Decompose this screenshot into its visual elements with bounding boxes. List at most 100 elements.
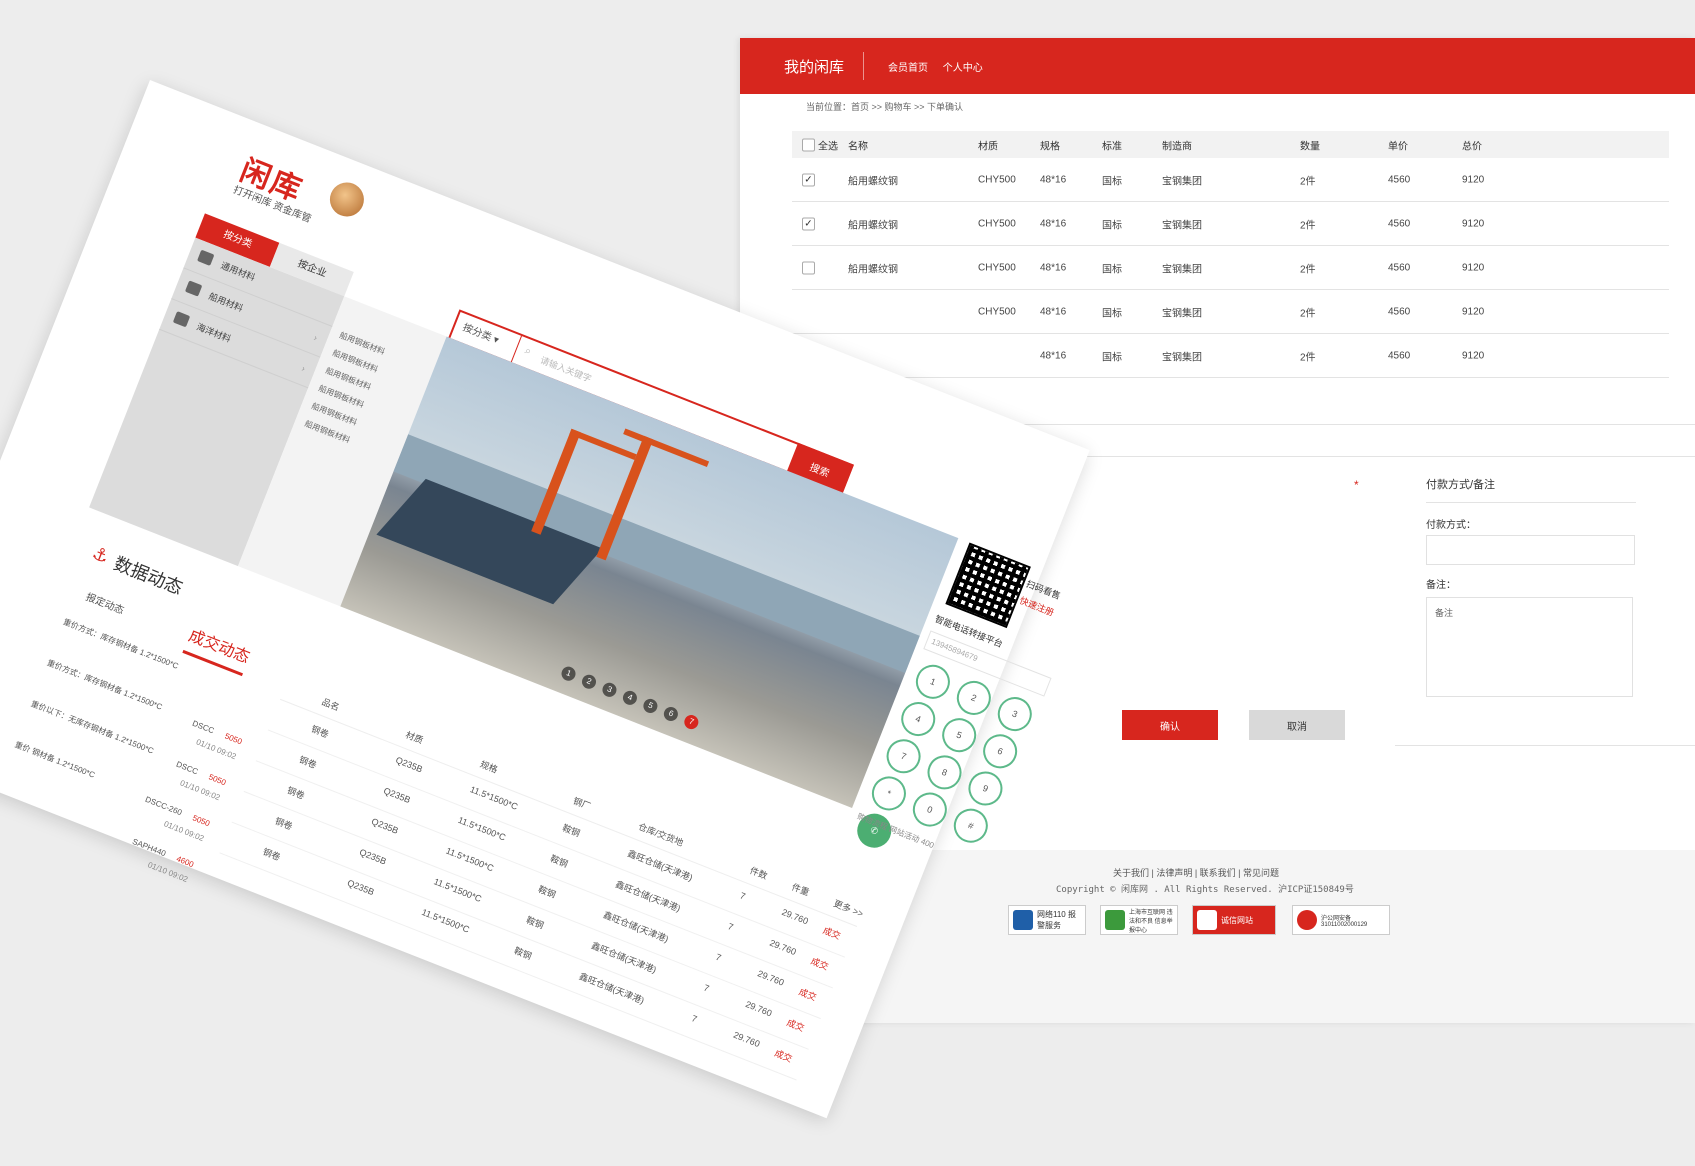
dial-key[interactable]: 2 [951,675,996,720]
col-mill: 钢厂 [571,795,593,812]
col-standard: 标准 [1102,141,1122,152]
cell-name: 船用螺纹钢 [848,176,898,187]
anchor-icon: ⚓ [89,542,112,568]
dial-key[interactable]: # [948,803,993,848]
deal-mat: Q235B [357,846,388,867]
deal-pcs: 7 [738,890,747,902]
badge-text: 网络110 报警服务 [1037,910,1076,930]
dial-key[interactable]: 8 [922,750,967,795]
divider [1020,424,1695,425]
dial-key[interactable]: 5 [937,713,982,758]
confirm-button[interactable]: 确认 [1122,710,1218,740]
cell-material: CHY500 [978,218,1016,229]
dial-key[interactable]: 7 [881,734,926,779]
dial-key[interactable]: * [866,771,911,816]
col-spec: 规格 [478,759,500,775]
cell-maker: 宝钢集团 [1162,308,1202,319]
deal-mill: 鞍钢 [512,945,534,962]
slider-dot[interactable]: 2 [579,672,599,691]
deal-tag[interactable]: 成交 [785,1016,807,1035]
table-row: ✓ 船用螺纹钢 CHY500 48*16 国标 宝钢集团 2件 4560 9120 [792,202,1669,246]
slider-dot-active[interactable]: 7 [682,713,701,732]
deal-tag[interactable]: 成交 [773,1046,795,1065]
select-all-checkbox[interactable] [802,138,815,151]
report-icon [1105,910,1125,930]
col-name: 名称 [848,141,868,152]
police-icon [1013,910,1033,930]
badge-text: 上海市互联网 违法和不良 信息举报中心 [1129,909,1173,934]
cell-total: 9120 [1462,262,1485,273]
dial-key[interactable]: 1 [910,659,955,704]
row-checkbox[interactable] [802,261,815,274]
note-label: 备注： [1426,580,1456,591]
tab-quote-dynamics[interactable]: 报定动态 [84,588,127,617]
deal-wt: 29.760 [780,906,810,927]
deal-pcs: 7 [702,982,711,994]
note-textarea[interactable]: 备注 [1426,597,1633,697]
feed-price: 5050 [223,731,244,747]
sidebar-item-label: 船用材料 [207,291,245,314]
feed-price: 4600 [175,854,195,870]
badge-110[interactable]: 网络110 报警服务 [1008,905,1086,935]
dynamics-title: 数据动态 [110,553,186,599]
cell-qty: 2件 [1300,308,1316,319]
table-row: CHY500 48*16 国标 宝钢集团 2件 4560 9120 [792,290,1669,334]
copyright: Copyright © 闲库网 . All Rights Reserved. 沪… [1056,885,1354,895]
qr-code [945,542,1031,629]
deal-tag[interactable]: 成交 [821,923,843,942]
cell-price: 4560 [1388,262,1411,273]
deal-name: 钢卷 [273,815,294,832]
col-price: 单价 [1388,141,1408,152]
slider-dot[interactable]: 4 [620,688,640,707]
deal-mill: 鞍钢 [548,853,570,870]
slider-dots: 1 2 3 4 5 6 7 [559,664,701,732]
dial-key[interactable]: 4 [896,696,941,742]
cell-standard: 国标 [1102,352,1122,363]
table-row: ✓ 船用螺纹钢 CHY500 48*16 国标 宝钢集团 2件 4560 9120 [792,158,1669,202]
badge-text: 沪公网安备 31011002000129 [1321,915,1368,928]
row-checkbox[interactable]: ✓ [802,217,815,230]
cell-qty: 2件 [1300,220,1316,231]
chevron-right-icon: › [312,332,319,343]
footer-links[interactable]: 关于我们 | 法律声明 | 联系我们 | 常见问题 [1113,866,1279,879]
payment-method-field[interactable] [1426,535,1635,565]
row-checkbox[interactable]: ✓ [802,173,815,186]
top-nav: 会员首页 个人中心 [888,59,995,74]
more-link[interactable]: 更多 >> [832,896,866,919]
col-weight: 件重 [790,881,811,898]
slider-dot[interactable]: 6 [661,704,680,724]
table-header: 全选 名称 材质 规格 标准 制造商 数量 单价 总价 [792,131,1669,158]
cell-total: 9120 [1462,174,1485,185]
sidebar-item-label: 通用材料 [219,260,257,283]
deal-wt: 29.760 [732,1029,762,1050]
dial-key[interactable]: 0 [907,787,952,832]
deal-wt: 29.760 [768,937,798,958]
dial-key[interactable]: 9 [963,766,1008,811]
material-icon [184,280,203,297]
slider-dot[interactable]: 3 [600,680,619,699]
badge-public-security[interactable]: 沪公网安备 31011002000129 [1292,905,1390,935]
brand-title[interactable]: 我的闲库 [784,56,844,77]
dial-key[interactable]: 6 [978,729,1023,774]
cancel-button[interactable]: 取消 [1249,710,1345,740]
deal-mill: 鞍钢 [524,914,546,931]
nav-user-center[interactable]: 个人中心 [943,63,983,74]
cell-spec: 48*16 [1040,218,1067,229]
deal-tag[interactable]: 成交 [797,985,819,1004]
deal-name: 钢卷 [285,785,307,802]
slider-dot[interactable]: 1 [559,664,578,683]
deal-mat: Q235B [394,754,425,775]
cell-material: CHY500 [978,262,1016,273]
cell-material: CHY500 [978,174,1016,185]
search-icon: ⌕ [522,344,533,359]
slider-dot[interactable]: 5 [641,696,660,716]
deal-mill: 鞍钢 [536,884,558,900]
cell-spec: 48*16 [1040,262,1067,273]
cell-total: 9120 [1462,350,1485,361]
badge-report-center[interactable]: 上海市互联网 违法和不良 信息举报中心 [1100,905,1178,935]
badge-trust-site[interactable]: 诚信网站 [1192,905,1276,935]
deal-mat: Q235B [345,877,376,898]
nav-member-home[interactable]: 会员首页 [888,63,928,74]
deal-tag[interactable]: 成交 [809,954,831,973]
payment-section-title: 付款方式/备注 [1426,479,1496,491]
